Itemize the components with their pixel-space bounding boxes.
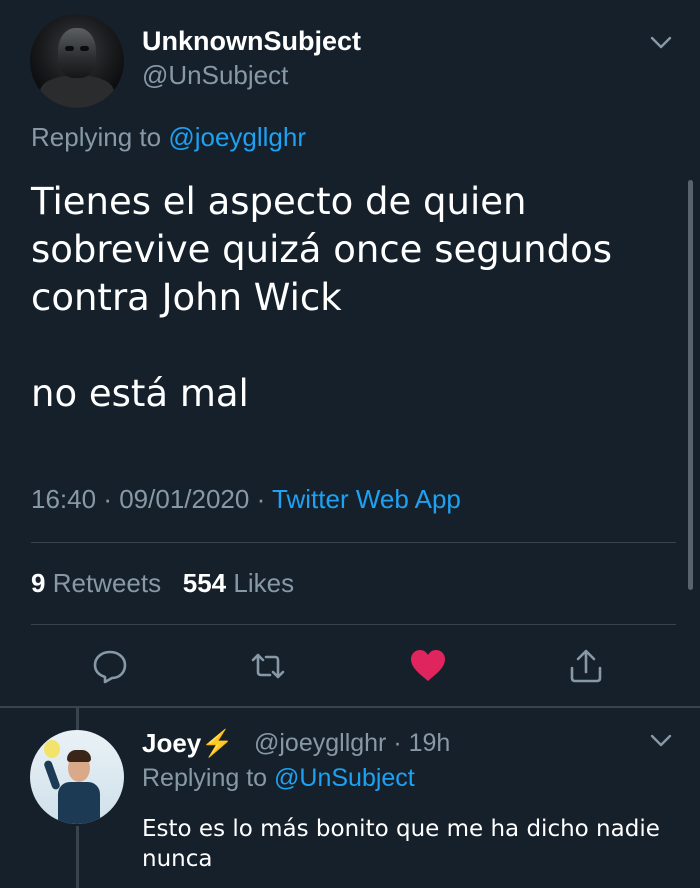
author-display-name[interactable]: UnknownSubject: [142, 26, 361, 57]
reply-author-name[interactable]: Joey⚡: [142, 728, 234, 759]
tweet-text-line: contra John Wick: [31, 276, 342, 319]
retweet-icon[interactable]: [248, 646, 288, 686]
chevron-down-icon[interactable]: [648, 34, 674, 52]
thread-line: [76, 826, 79, 888]
avatar-shoulders: [40, 76, 114, 108]
tweet-text-line: sobrevive quizá once segundos: [31, 228, 613, 271]
replying-to-link[interactable]: @UnSubject: [274, 764, 415, 792]
share-icon[interactable]: [566, 646, 606, 686]
author-avatar[interactable]: [30, 14, 124, 108]
tweet-text: Tienes el aspecto de quien sobrevive qui…: [31, 178, 651, 418]
reply-age[interactable]: 19h: [409, 729, 451, 757]
reply-replying-to: Replying to @UnSubject: [142, 764, 415, 793]
replying-to-label: Replying to: [31, 122, 162, 152]
tweet-text-line: no está mal: [31, 372, 249, 415]
tweet-time[interactable]: 16:40: [31, 484, 96, 514]
retweets-stat[interactable]: 9 Retweets: [31, 568, 161, 598]
tweet-text-line: Tienes el aspecto de quien: [31, 180, 527, 223]
meta-separator: ·: [256, 484, 266, 514]
replying-to: Replying to @joeygllghr: [31, 122, 306, 153]
reply-text: Esto es lo más bonito que me ha dicho na…: [142, 816, 660, 872]
reply-author-avatar[interactable]: [30, 730, 124, 824]
chevron-down-icon[interactable]: [648, 732, 674, 750]
reply-author-handle[interactable]: @joeygllghr: [254, 729, 386, 757]
author-handle[interactable]: @UnSubject: [142, 60, 288, 91]
thread-line: [76, 708, 79, 730]
replying-to-label: Replying to: [142, 764, 268, 792]
avatar-arm: [43, 759, 61, 791]
likes-label: Likes: [233, 568, 295, 598]
avatar-hair: [67, 750, 91, 762]
divider: [31, 542, 676, 543]
avatar-head: [58, 28, 96, 78]
meta-separator: ·: [393, 729, 402, 757]
retweets-count: 9: [31, 568, 46, 598]
lightning-emoji: ⚡: [201, 728, 234, 758]
divider: [31, 624, 676, 625]
avatar-eye-left: [65, 46, 74, 51]
tweet-source[interactable]: Twitter Web App: [272, 484, 461, 514]
tweet-date[interactable]: 09/01/2020: [119, 484, 249, 514]
retweets-label: Retweets: [52, 568, 162, 598]
likes-stat[interactable]: 554 Likes: [183, 568, 294, 598]
meta-separator: ·: [103, 484, 112, 514]
likes-count: 554: [182, 568, 227, 598]
reply-handle-line: @joeygllghr · 19h: [254, 729, 450, 758]
section-divider: [0, 706, 700, 708]
tweet-meta: 16:40 · 09/01/2020 · Twitter Web App: [31, 484, 461, 515]
avatar-body: [58, 782, 100, 824]
avatar-lightbulb: [44, 740, 60, 758]
avatar-eye-right: [80, 46, 89, 51]
tweet-stats: 9 Retweets 554 Likes: [31, 568, 294, 599]
scrollbar[interactable]: [688, 180, 693, 590]
like-icon[interactable]: [408, 646, 448, 686]
replying-to-link[interactable]: @joeygllghr: [168, 122, 306, 152]
reply-display-name: Joey: [142, 728, 202, 758]
reply-icon[interactable]: [90, 646, 130, 686]
